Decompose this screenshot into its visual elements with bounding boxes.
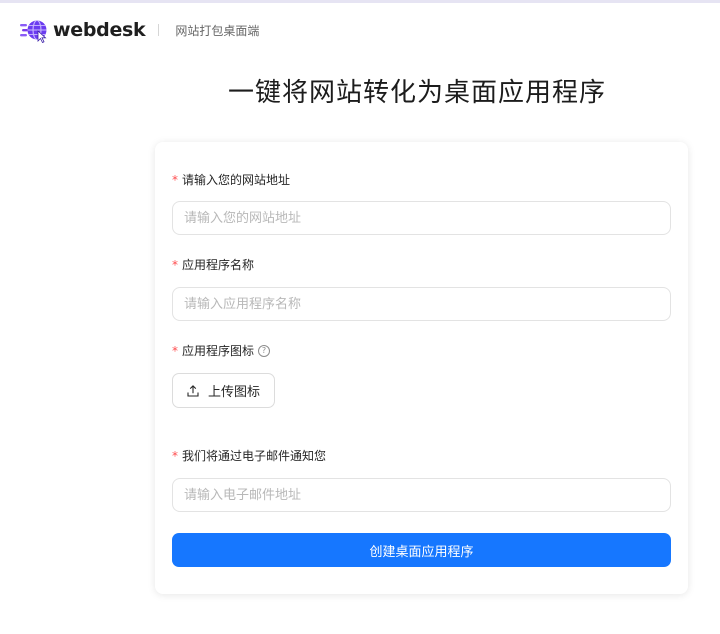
create-app-form: * 请输入您的网站地址 * 应用程序名称 * 应用程序图标 ? 上传图标 * 我… xyxy=(155,142,688,594)
required-mark: * xyxy=(172,257,178,272)
upload-icon xyxy=(187,384,199,397)
brand-name[interactable]: webdesk xyxy=(53,19,146,41)
upload-button-label: 上传图标 xyxy=(207,385,260,400)
app-name-label: * 应用程序名称 xyxy=(172,256,254,273)
app-icon-label: * 应用程序图标 ? xyxy=(172,342,271,359)
required-mark: * xyxy=(172,343,178,358)
required-mark: * xyxy=(172,172,178,187)
question-circle-icon[interactable]: ? xyxy=(258,344,271,357)
page-title: 一键将网站转化为桌面应用程序 xyxy=(228,78,607,108)
upload-icon-button[interactable]: 上传图标 xyxy=(172,373,275,408)
app-icon-label-text: 应用程序图标 xyxy=(182,344,255,358)
app-name-label-text: 应用程序名称 xyxy=(182,258,255,272)
required-mark: * xyxy=(172,448,178,463)
website-url-input[interactable] xyxy=(172,201,671,235)
app-name-input[interactable] xyxy=(172,287,671,321)
globe-cursor-logo-icon xyxy=(20,19,47,43)
website-label: * 请输入您的网站地址 xyxy=(172,171,290,188)
header-subtitle: 网站打包桌面端 xyxy=(175,23,260,38)
app-header: webdesk 网站打包桌面端 xyxy=(20,16,259,44)
email-input[interactable] xyxy=(172,478,671,512)
email-label-text: 我们将通过电子邮件通知您 xyxy=(182,449,327,463)
header-divider xyxy=(158,24,160,36)
website-label-text: 请输入您的网站地址 xyxy=(182,173,291,187)
top-accent-line xyxy=(0,0,720,3)
email-label: * 我们将通过电子邮件通知您 xyxy=(172,447,326,464)
create-app-button[interactable]: 创建桌面应用程序 xyxy=(172,533,671,567)
